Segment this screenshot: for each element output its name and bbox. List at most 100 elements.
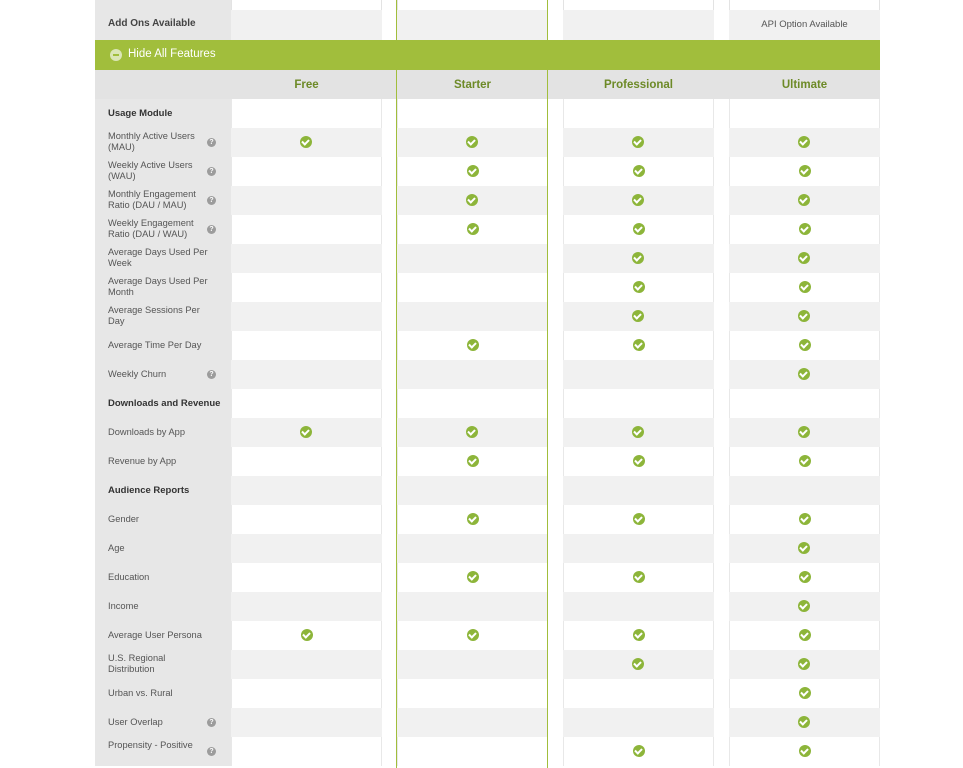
help-icon[interactable]: ?: [207, 196, 216, 205]
cell-professional: [563, 186, 714, 215]
feature-row: Income: [0, 592, 963, 621]
checkmark-icon: [632, 252, 644, 264]
feature-row: Age: [0, 534, 963, 563]
checkmark-icon: [632, 658, 644, 670]
help-icon[interactable]: ?: [207, 718, 216, 727]
feature-row: Weekly Active Users (WAU)?: [0, 157, 963, 186]
feature-label: Average Time Per Day: [108, 340, 202, 350]
cell-starter: [397, 331, 548, 360]
feature-row: Propensity - Positive?: [0, 737, 963, 766]
cell-ultimate: [729, 737, 880, 766]
feature-row: Urban vs. Rural: [0, 679, 963, 708]
feature-label: Average Sessions Per Day: [108, 305, 200, 326]
checkmark-icon: [799, 513, 811, 525]
cell-starter: [397, 418, 548, 447]
checkmark-icon: [798, 426, 810, 438]
row-label-cell: Average Sessions Per Day: [95, 302, 231, 331]
feature-row: Downloads by App: [0, 418, 963, 447]
feature-label: Average User Persona: [108, 630, 202, 640]
feature-row: Average Days Used Per Month: [0, 273, 963, 302]
hide-all-features-button[interactable]: Hide All Features: [95, 40, 880, 70]
feature-row: Monthly Active Users (MAU)?: [0, 128, 963, 157]
cell-starter: [397, 650, 548, 679]
feature-label: Monthly Active Users (MAU): [108, 131, 195, 152]
feature-row: Average Sessions Per Day: [0, 302, 963, 331]
checkmark-icon: [633, 629, 645, 641]
cell-professional: [563, 534, 714, 563]
row-label-cell: Revenue by App: [95, 447, 231, 476]
checkmark-icon: [466, 194, 478, 206]
help-icon[interactable]: ?: [207, 747, 216, 756]
minus-circle-icon: [110, 49, 122, 61]
checkmark-icon: [633, 745, 645, 757]
checkmark-icon: [467, 571, 479, 583]
cell-professional: [563, 447, 714, 476]
row-label-cell: Weekly Churn?: [95, 360, 231, 389]
cell-free: [231, 99, 382, 128]
section-title: Usage Module: [108, 108, 173, 119]
row-label-cell: Propensity - Positive?: [95, 737, 231, 766]
cell-professional: [563, 99, 714, 128]
help-icon[interactable]: ?: [207, 167, 216, 176]
row-label-cell: Monthly Active Users (MAU)?: [95, 128, 231, 157]
cell-free: [231, 331, 382, 360]
section-row: Usage Module: [0, 99, 963, 128]
cell-ultimate: [729, 273, 880, 302]
cell-starter: [397, 244, 548, 273]
section-row: Downloads and Revenue: [0, 389, 963, 418]
cell-starter: [397, 563, 548, 592]
feature-label: Age: [108, 543, 125, 553]
feature-row: Gender: [0, 505, 963, 534]
checkmark-icon: [798, 716, 810, 728]
cell-free: [231, 302, 382, 331]
feature-label: Gender: [108, 514, 140, 524]
cell-free: [231, 563, 382, 592]
row-label-cell: Gender: [95, 505, 231, 534]
cell-ultimate: [729, 476, 880, 505]
cell-free: [231, 534, 382, 563]
cell-starter: [397, 679, 548, 708]
help-icon[interactable]: ?: [207, 225, 216, 234]
plan-name-starter: Starter: [453, 79, 492, 91]
checkmark-icon: [633, 513, 645, 525]
checkmark-icon: [799, 223, 811, 235]
row-label-cell: Income: [95, 592, 231, 621]
cell-free: [231, 273, 382, 302]
cell-ultimate: [729, 534, 880, 563]
cell-starter: [397, 534, 548, 563]
cell-free: [231, 447, 382, 476]
cell-professional: [563, 389, 714, 418]
cell-ultimate: [729, 244, 880, 273]
help-icon[interactable]: ?: [207, 138, 216, 147]
feature-label: Weekly Active Users (WAU): [108, 160, 193, 181]
section-row: Audience Reports: [0, 476, 963, 505]
cell-ultimate: [729, 418, 880, 447]
row-label-cell: User Overlap?: [95, 708, 231, 737]
help-icon[interactable]: ?: [207, 370, 216, 379]
cell-ultimate: [729, 331, 880, 360]
addons-ultimate-text: API Option Available: [761, 19, 848, 30]
cell-ultimate: [729, 186, 880, 215]
feature-row: Revenue by App: [0, 447, 963, 476]
cell-starter: [397, 273, 548, 302]
feature-label: Average Days Used Per Month: [108, 276, 208, 297]
feature-row: Average Time Per Day: [0, 331, 963, 360]
checkmark-icon: [798, 252, 810, 264]
cell-ultimate: [729, 621, 880, 650]
cell-professional: [563, 331, 714, 360]
cell-starter: [397, 476, 548, 505]
cell-starter: [397, 737, 548, 766]
starter-highlight-right: [547, 0, 548, 768]
feature-row: U.S. Regional Distribution: [0, 650, 963, 679]
cell-starter: [397, 186, 548, 215]
checkmark-icon: [799, 687, 811, 699]
checkmark-icon: [798, 136, 810, 148]
feature-label: Propensity - Positive: [108, 740, 193, 750]
cell-ultimate: [729, 302, 880, 331]
row-label-cell: Downloads and Revenue: [95, 389, 231, 418]
cell-starter: [397, 592, 548, 621]
checkmark-icon: [799, 629, 811, 641]
cell-professional: [563, 505, 714, 534]
starter-highlight-left: [396, 0, 397, 768]
row-label-cell: Weekly Active Users (WAU)?: [95, 157, 231, 186]
